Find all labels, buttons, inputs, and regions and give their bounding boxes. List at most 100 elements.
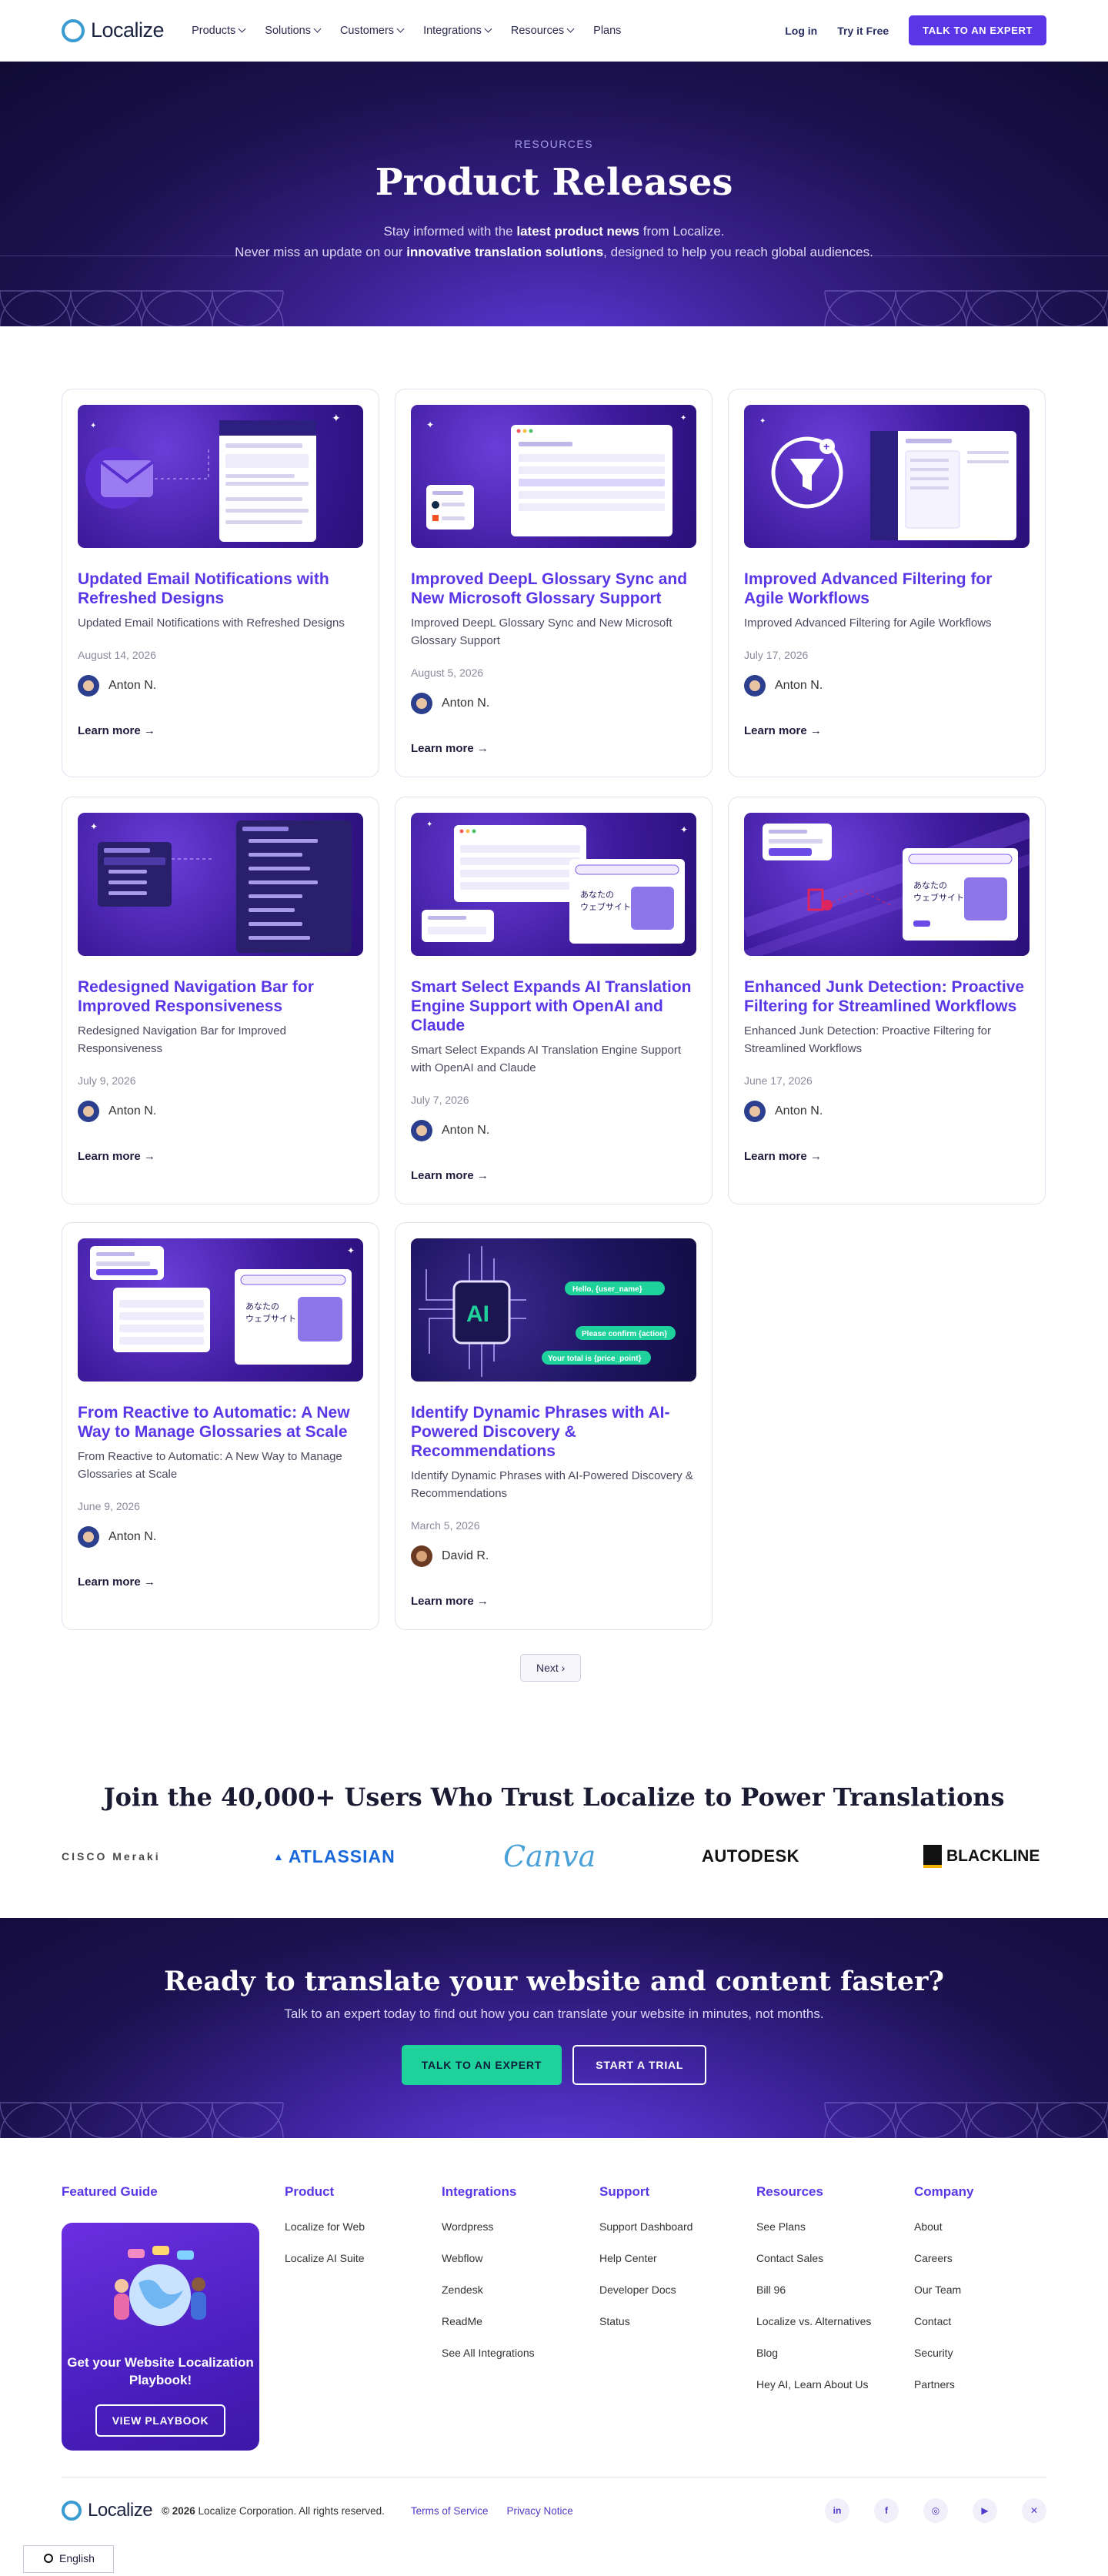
footer-link[interactable]: Our Team (914, 2284, 973, 2296)
globe-people-illustration (114, 2246, 206, 2326)
author-name: Anton N. (108, 1530, 157, 1543)
footer-link[interactable]: See All Integrations (442, 2347, 535, 2359)
x-icon[interactable]: ✕ (1022, 2498, 1046, 2523)
release-card[interactable]: あなたの ウェブサイト ✦ ✦ Smart Select Expands AI … (395, 797, 713, 1204)
youtube-icon[interactable]: ▶ (973, 2498, 997, 2523)
facebook-icon[interactable]: f (874, 2498, 899, 2523)
footer-link[interactable]: Status (599, 2315, 692, 2327)
learn-more-link[interactable]: Learn more → (78, 1575, 363, 1589)
card-title[interactable]: Enhanced Junk Detection: Proactive Filte… (744, 977, 1030, 1016)
release-card[interactable]: ✦ Redesigned Navigation Bar for Improved… (62, 797, 379, 1204)
card-description: Improved DeepL Glossary Sync and New Mic… (411, 616, 672, 647)
talk-to-expert-button[interactable]: TALK TO AN EXPERT (909, 15, 1046, 45)
footer-link[interactable]: Careers (914, 2252, 973, 2264)
footer-brand-logo[interactable]: Localize (62, 2500, 153, 2521)
footer-link[interactable]: Bill 96 (756, 2284, 871, 2296)
avatar (411, 1120, 432, 1141)
next-page-button[interactable]: Next › (520, 1654, 582, 1682)
linkedin-icon[interactable]: in (825, 2498, 849, 2523)
footer-link[interactable]: See Plans (756, 2220, 871, 2233)
logo-ring-icon (62, 18, 85, 42)
learn-more-link[interactable]: Learn more → (78, 724, 363, 737)
ai-bubble-3: Your total is {price_point} (548, 1355, 642, 1363)
language-selector[interactable]: English (23, 2545, 114, 2573)
learn-more-link[interactable]: Learn more → (411, 742, 696, 755)
footer-link[interactable]: ReadMe (442, 2315, 535, 2327)
hero-text: Stay informed with the (383, 224, 517, 239)
release-card[interactable]: ✦ ✦ Improved DeepL Glossary Sync and New… (395, 389, 713, 777)
privacy-link[interactable]: Privacy Notice (506, 2505, 572, 2517)
card-title[interactable]: Redesigned Navigation Bar for Improved R… (78, 977, 363, 1016)
menu-item-products[interactable]: Products (192, 25, 246, 37)
terms-link[interactable]: Terms of Service (411, 2505, 489, 2517)
card-title[interactable]: Improved DeepL Glossary Sync and New Mic… (411, 570, 696, 608)
menu-item-resources[interactable]: Resources (511, 25, 575, 37)
avatar (78, 675, 99, 697)
menu-item-solutions[interactable]: Solutions (265, 25, 322, 37)
logo-ring-icon (62, 2501, 82, 2521)
card-description: Improved Advanced Filtering for Agile Wo… (744, 616, 992, 630)
avatar (744, 1101, 766, 1122)
release-card[interactable]: ✦ ✦ Updated Email Notifications with Ref… (62, 389, 379, 777)
brand-name: Localize (91, 18, 165, 42)
thumb-art: ✦ ✦ (426, 414, 686, 536)
ai-bubble-1: Hello, {user_name} (572, 1285, 642, 1294)
footer-link[interactable]: Contact Sales (756, 2252, 871, 2264)
featured-guide-card[interactable]: Get your Website Localization Playbook! … (62, 2223, 259, 2451)
footer-link[interactable]: Hey AI, Learn About Us (756, 2378, 871, 2391)
brand-logo[interactable]: Localize (62, 18, 165, 42)
footer-link[interactable]: Security (914, 2347, 973, 2359)
learn-more-link[interactable]: Learn more → (411, 1595, 696, 1608)
card-author: David R. (411, 1545, 696, 1567)
thumb-art: ✦ (90, 820, 352, 953)
release-card[interactable]: + ✦ Improved Advanced Filtering for Agil… (728, 389, 1046, 777)
card-date: July 17, 2026 (744, 649, 809, 661)
footer-link[interactable]: Zendesk (442, 2284, 535, 2296)
footer-link[interactable]: Help Center (599, 2252, 692, 2264)
card-author: Anton N. (78, 1101, 363, 1122)
menu-item-integrations[interactable]: Integrations (423, 24, 492, 37)
menu-item-plans[interactable]: Plans (593, 25, 621, 37)
footer-link[interactable]: Developer Docs (599, 2284, 692, 2296)
svg-text:✦: ✦ (90, 422, 96, 430)
chevron-down-icon (396, 25, 405, 33)
learn-more-link[interactable]: Learn more → (744, 724, 1030, 737)
release-card[interactable]: あなたの ウェブサイト Enhanced Junk Detection: Pro… (728, 797, 1046, 1204)
cta-subtitle: Talk to an expert today to find out how … (284, 2006, 824, 2021)
learn-more-link[interactable]: Learn more → (411, 1169, 696, 1182)
try-free-link[interactable]: Try it Free (837, 25, 889, 37)
social-links: in f ◎ ▶ ✕ (825, 2498, 1046, 2523)
footer-link[interactable]: Support Dashboard (599, 2220, 692, 2233)
page-title: Product Releases (375, 161, 733, 204)
card-title[interactable]: Smart Select Expands AI Translation Engi… (411, 977, 696, 1035)
footer-link[interactable]: Localize for Web (285, 2220, 365, 2233)
menu-item-customers[interactable]: Customers (339, 24, 405, 37)
start-trial-button[interactable]: START A TRIAL (572, 2045, 707, 2085)
login-link[interactable]: Log in (785, 25, 817, 37)
footer-link[interactable]: Localize AI Suite (285, 2252, 365, 2264)
footer-link[interactable]: Blog (756, 2347, 871, 2359)
glossary-automation-illustration: あなたの ウェブサイト ✦ (78, 1238, 363, 1382)
footer-link[interactable]: Webflow (442, 2252, 535, 2264)
learn-more-link[interactable]: Learn more → (78, 1150, 363, 1163)
instagram-icon[interactable]: ◎ (923, 2498, 948, 2523)
footer-link[interactable]: Wordpress (442, 2220, 535, 2233)
menu-label: Integrations (423, 24, 482, 37)
card-title[interactable]: Improved Advanced Filtering for Agile Wo… (744, 570, 1030, 608)
release-card[interactable]: あなたの ウェブサイト ✦ From Reactive to Automatic… (62, 1222, 379, 1630)
chevron-down-icon (238, 25, 246, 33)
footer-link[interactable]: Contact (914, 2315, 973, 2327)
footer-link[interactable]: Partners (914, 2378, 973, 2391)
card-title[interactable]: From Reactive to Automatic: A New Way to… (78, 1403, 363, 1442)
card-title[interactable]: Identify Dynamic Phrases with AI-Powered… (411, 1403, 696, 1461)
view-playbook-button[interactable]: VIEW PLAYBOOK (95, 2404, 226, 2437)
footer-link[interactable]: Localize vs. Alternatives (756, 2315, 871, 2327)
learn-more-link[interactable]: Learn more → (744, 1150, 1030, 1163)
talk-to-expert-cta-button[interactable]: TALK TO AN EXPERT (401, 2045, 562, 2085)
footer-link[interactable]: About (914, 2220, 973, 2233)
card-date: August 14, 2026 (78, 649, 156, 661)
release-card[interactable]: AI Hello, {user_name} Please confirm {ac… (395, 1222, 713, 1630)
card-title[interactable]: Updated Email Notifications with Refresh… (78, 570, 363, 608)
menu-label: Customers (339, 24, 395, 37)
site-footer: Featured Guide Get your Website Localiza… (0, 2138, 1108, 2576)
